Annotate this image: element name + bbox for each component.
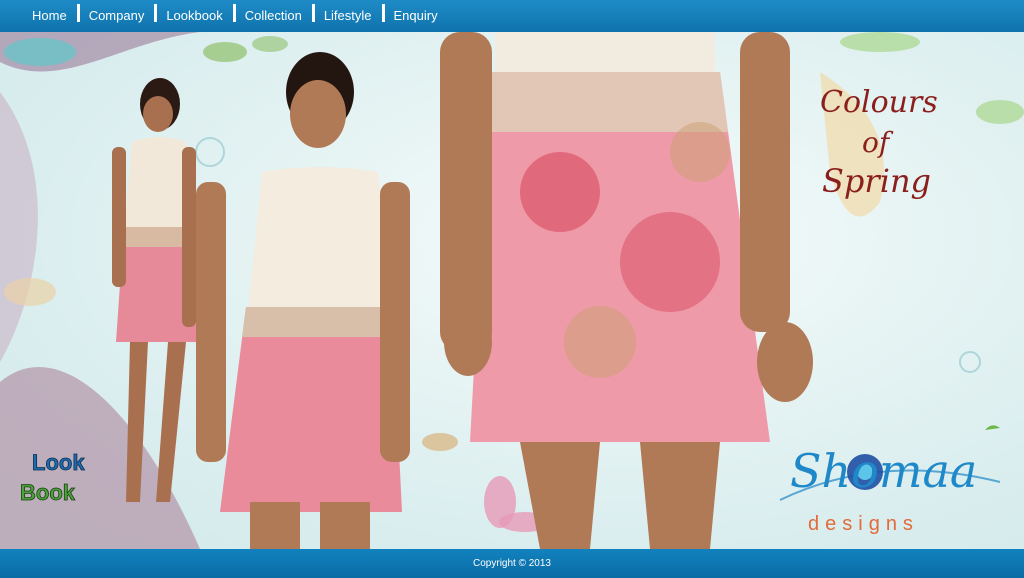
headline-line3: Spring [822,162,931,200]
brand-sub: designs [808,513,919,535]
nav-lookbook[interactable]: Lookbook [154,0,233,32]
flower-icon [959,351,981,373]
headline-line1: Colours [820,85,938,120]
leaf-icon [252,36,288,52]
headline-colours-of-spring: Colours of Spring [820,72,938,217]
nav-lifestyle[interactable]: Lifestyle [311,0,383,32]
nav-collection[interactable]: Collection [232,0,313,32]
leaf-icon [203,42,247,62]
footer: Copyright © 2013 [0,549,1024,578]
headline-line2: of [862,126,894,159]
flower-icon [195,137,225,167]
hero-banner: Colours of Spring Look Book Shomaa desig… [0,32,1024,549]
badge-line1: Look [32,450,85,475]
copyright-text: Copyright © 2013 [473,558,551,569]
leaf-icon [4,278,56,306]
leaf-icon [4,38,76,66]
badge-line2: Book [20,480,76,505]
decor-shape [0,92,38,362]
brand-name: Shomaa [790,444,977,498]
leaf-icon [985,425,1000,430]
nav-home[interactable]: Home [0,0,78,32]
nav-company[interactable]: Company [76,0,156,32]
model-photo-closeup [440,32,813,549]
top-nav: Home Company Lookbook Collection Lifesty… [0,0,1024,32]
leaf-icon [422,433,458,451]
model-photo-center [196,52,410,549]
shomaa-logo: Shomaa designs [779,425,1001,535]
leaf-icon [976,100,1024,124]
nav-enquiry[interactable]: Enquiry [381,0,449,32]
hero-artwork: Colours of Spring Look Book Shomaa desig… [0,32,1024,549]
leaf-icon [840,32,920,52]
